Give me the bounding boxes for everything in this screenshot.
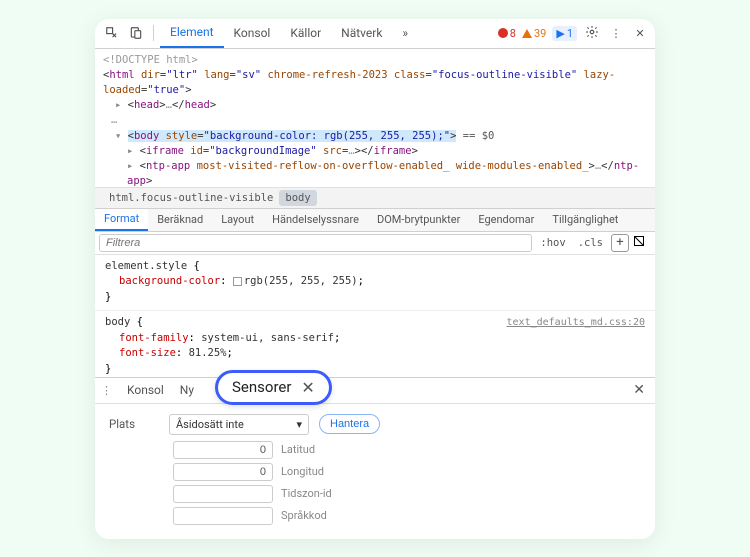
subtab-a11y[interactable]: Tillgänglighet [543,209,627,231]
error-count: 8 [510,27,516,40]
location-select[interactable]: Åsidosätt inte ▾ [169,414,309,435]
doctype: <!DOCTYPE html> [103,53,647,68]
hov-toggle[interactable]: :hov [536,236,569,250]
rule-element-style[interactable]: element.style { background-color: rgb(25… [95,255,655,311]
sensors-panel: Plats Åsidosätt inte ▾ Hantera Latitud L… [95,404,655,539]
subtab-computed[interactable]: Beräknad [148,209,212,231]
tab-console[interactable]: Konsol [224,19,281,48]
main-tabs: Element Konsol Källor Nätverk » [160,19,418,48]
manage-button[interactable]: Hantera [319,414,380,434]
inspect-icon[interactable] [101,22,123,44]
longitude-label: Longitud [281,465,324,478]
contrast-icon[interactable] [633,235,651,250]
main-toolbar: Element Konsol Källor Nätverk » 8 39 ▶ 1… [95,19,655,49]
latitude-input[interactable] [173,441,273,459]
drawer-tab-console[interactable]: Konsol [119,383,172,397]
html-node[interactable]: <html dir="ltr" lang="sv" chrome-refresh… [103,68,647,98]
subtab-layout[interactable]: Layout [212,209,263,231]
toolbar-right: 8 39 ▶ 1 ⋮ ✕ [498,25,649,42]
drawer-close-icon[interactable]: ✕ [629,382,649,398]
error-badge[interactable]: 8 [498,27,516,40]
new-style-button[interactable]: + [611,234,629,252]
callout-label: Sensorer [232,378,291,396]
timezone-label: Tidszon-id [281,487,332,500]
warning-badge[interactable]: 39 [522,27,546,40]
cls-toggle[interactable]: .cls [574,236,607,250]
tab-elements[interactable]: Element [160,19,224,48]
info-count: 1 [567,27,573,40]
warning-count: 39 [534,27,546,40]
tab-sources[interactable]: Källor [280,19,331,48]
rule-body-defaults[interactable]: text_defaults_md.css:20 body { font-fami… [95,311,655,377]
dots-node: … [103,113,647,128]
latitude-label: Latitud [281,443,315,456]
crumb-html[interactable]: html.focus-outline-visible [103,190,279,206]
chevron-down-icon: ▾ [296,418,302,431]
subtab-dombreak[interactable]: DOM-brytpunkter [368,209,469,231]
drawer: ⋮ Konsol Ny Sensorer ✕ ✕ Plats Åsidosätt… [95,377,655,539]
longitude-input[interactable] [173,463,273,481]
iframe-node[interactable]: <iframe id="backgroundImage" src=…></ifr… [103,144,647,159]
locale-label: Språkkod [281,509,327,522]
styles-filter-row: :hov .cls + [95,232,655,255]
settings-icon[interactable] [583,25,601,42]
drawer-tab-new[interactable]: Ny [172,383,202,397]
ntpapp-node[interactable]: <ntp-app most-visited-reflow-on-overflow… [103,159,647,186]
body-node[interactable]: <body style="background-color: rgb(255, … [103,129,647,144]
close-devtools-icon[interactable]: ✕ [631,27,649,40]
location-select-value: Åsidosätt inte [176,418,244,431]
toolbar-separator [153,25,154,41]
locale-input[interactable] [173,507,273,525]
subtab-format[interactable]: Format [95,209,148,231]
drawer-tabs: ⋮ Konsol Ny Sensorer ✕ ✕ [95,378,655,404]
filter-input[interactable] [99,234,532,252]
head-node[interactable]: <head>…</head> [103,98,647,113]
styles-subtabs: Format Beräknad Layout Händelselyssnare … [95,208,655,232]
src-link-text-defaults[interactable]: text_defaults_md.css:20 [507,317,645,328]
device-toggle-icon[interactable] [125,22,147,44]
location-label: Plats [109,417,159,431]
callout-close-icon[interactable]: ✕ [301,378,314,397]
dom-tree[interactable]: <!DOCTYPE html> <html dir="ltr" lang="sv… [95,49,655,187]
crumb-body[interactable]: body [279,190,316,206]
info-badge[interactable]: ▶ 1 [552,26,577,41]
sensors-callout: Sensorer ✕ [215,370,332,405]
breadcrumb: html.focus-outline-visible body [95,187,655,208]
tabs-overflow[interactable]: » [392,19,418,48]
tab-network[interactable]: Nätverk [331,19,392,48]
styles-pane: element.style { background-color: rgb(25… [95,255,655,377]
more-icon[interactable]: ⋮ [607,27,625,40]
subtab-listeners[interactable]: Händelselyssnare [263,209,368,231]
devtools-window: Element Konsol Källor Nätverk » 8 39 ▶ 1… [95,19,655,539]
drawer-handle-icon[interactable]: ⋮ [101,384,113,397]
subtab-properties[interactable]: Egendomar [469,209,543,231]
timezone-input[interactable] [173,485,273,503]
